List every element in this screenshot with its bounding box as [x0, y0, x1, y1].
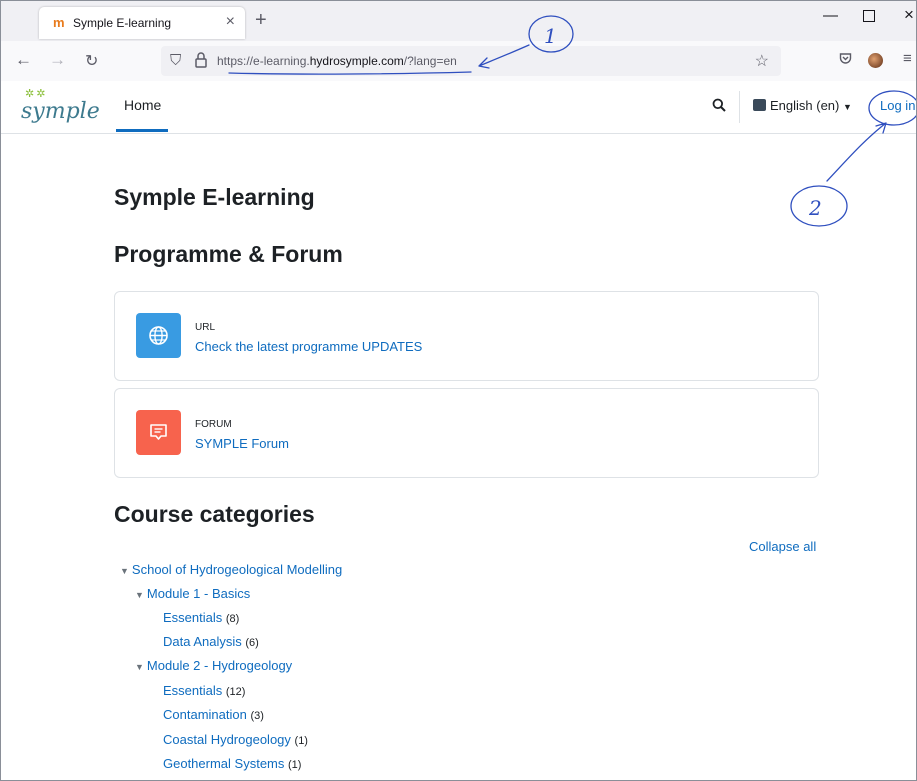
- bookmark-star-icon[interactable]: ☆: [755, 51, 769, 71]
- login-link[interactable]: Log in: [880, 98, 915, 113]
- account-avatar-icon[interactable]: [868, 53, 883, 68]
- category-item[interactable]: Data Analysis (6): [163, 634, 259, 649]
- logo-text: symple: [21, 99, 100, 124]
- category-label[interactable]: Coastal Hydrogeology: [163, 732, 291, 747]
- annotation-number-2: 2: [808, 196, 822, 220]
- caret-down-icon[interactable]: ▼: [120, 566, 129, 576]
- course-count: (8): [225, 613, 240, 625]
- category-label[interactable]: Contamination: [163, 707, 247, 722]
- url-text[interactable]: https://e-learning.hydrosymple.com/?lang…: [217, 54, 457, 68]
- menu-icon[interactable]: ≡: [903, 50, 912, 67]
- browser-tab[interactable]: m Symple E-learning ×: [39, 7, 245, 39]
- new-tab-icon[interactable]: +: [255, 9, 267, 32]
- site-logo[interactable]: ✲✲ symple: [19, 87, 100, 131]
- caret-down-icon[interactable]: ▼: [135, 662, 144, 672]
- collapse-all-link[interactable]: Collapse all: [749, 539, 816, 554]
- category-label[interactable]: Geothermal Systems: [163, 756, 284, 771]
- url-suffix: /?lang=en: [403, 54, 457, 68]
- section-title: Programme & Forum: [114, 241, 343, 267]
- category-label[interactable]: Module 2 - Hydrogeology: [147, 658, 292, 673]
- lock-icon[interactable]: [195, 51, 207, 74]
- category-label[interactable]: Essentials: [163, 610, 222, 625]
- category-label[interactable]: Data Analysis: [163, 634, 242, 649]
- annotation-circle-2: [790, 185, 848, 227]
- course-count: (12): [225, 686, 246, 698]
- globe-icon[interactable]: [136, 313, 181, 358]
- close-window-icon[interactable]: ×: [904, 5, 914, 25]
- category-item[interactable]: ▼ Module 2 - Hydrogeology: [135, 658, 292, 673]
- url-domain: hydrosymple.com: [309, 54, 404, 68]
- course-count: (1): [288, 759, 302, 771]
- search-icon[interactable]: [712, 98, 726, 117]
- language-label: English (en): [770, 98, 840, 113]
- forum-icon[interactable]: [136, 410, 181, 455]
- categories-title: Course categories: [114, 501, 315, 527]
- caret-down-icon[interactable]: ▼: [135, 590, 144, 600]
- forward-icon[interactable]: →: [49, 50, 66, 70]
- activity-card-url: URL Check the latest programme UPDATES: [114, 291, 819, 381]
- address-bar[interactable]: ⛉ https://e-learning.hydrosymple.com/?la…: [161, 46, 781, 76]
- nav-home-link[interactable]: Home: [124, 97, 161, 113]
- activity-type: URL: [195, 322, 216, 333]
- nav-active-indicator: [116, 129, 168, 132]
- pocket-icon[interactable]: [839, 52, 852, 68]
- language-menu[interactable]: English (en) ▼: [753, 98, 852, 113]
- tab-strip: m Symple E-learning × + — ×: [1, 1, 916, 41]
- minimize-icon[interactable]: —: [823, 7, 838, 24]
- category-label[interactable]: Essentials: [163, 683, 222, 698]
- category-label[interactable]: Module 1 - Basics: [147, 586, 250, 601]
- category-item[interactable]: Coastal Hydrogeology (1): [163, 732, 308, 747]
- category-item[interactable]: Contamination (3): [163, 707, 264, 722]
- site-title: Symple E-learning: [114, 184, 315, 210]
- chevron-down-icon: ▼: [843, 102, 852, 112]
- site-header: ✲✲ symple Home English (en) ▼ Log in: [1, 81, 916, 134]
- language-icon: [753, 99, 766, 111]
- activity-type: FORUM: [195, 419, 232, 430]
- category-label[interactable]: School of Hydrogeological Modelling: [132, 562, 342, 577]
- category-item[interactable]: Essentials (8): [163, 610, 239, 625]
- tab-title: Symple E-learning: [73, 16, 172, 30]
- url-prefix: https://e-learning.: [217, 54, 310, 68]
- header-divider: [739, 91, 740, 123]
- course-count: (1): [294, 735, 308, 747]
- moodle-favicon-icon: m: [53, 15, 65, 30]
- category-item[interactable]: ▼ Module 1 - Basics: [135, 586, 250, 601]
- category-item[interactable]: Geothermal Systems (1): [163, 756, 301, 771]
- course-count: (6): [245, 637, 259, 649]
- activity-link[interactable]: SYMPLE Forum: [195, 436, 289, 451]
- activity-link[interactable]: Check the latest programme UPDATES: [195, 339, 422, 354]
- category-item[interactable]: Essentials (12): [163, 683, 245, 698]
- maximize-icon[interactable]: [863, 10, 875, 22]
- reload-icon[interactable]: ↻: [85, 51, 98, 71]
- category-item[interactable]: ▼ School of Hydrogeological Modelling: [120, 562, 342, 577]
- activity-card-forum: FORUM SYMPLE Forum: [114, 388, 819, 478]
- browser-toolbar: ← → ↻ ⛉ https://e-learning.hydrosymple.c…: [1, 41, 916, 82]
- close-tab-icon[interactable]: ×: [226, 13, 235, 31]
- back-icon[interactable]: ←: [15, 50, 32, 70]
- course-count: (3): [250, 710, 264, 722]
- browser-window: m Symple E-learning × + — × ← → ↻ ⛉ http…: [0, 0, 917, 781]
- tracking-shield-icon[interactable]: ⛉: [170, 52, 181, 69]
